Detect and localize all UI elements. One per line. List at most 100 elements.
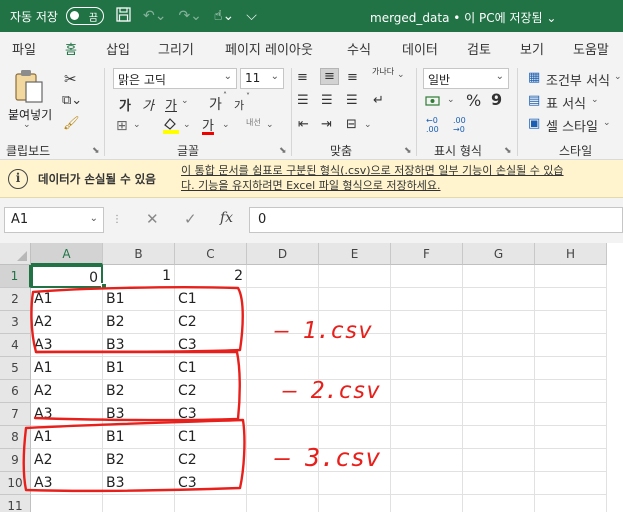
cell-g2[interactable] bbox=[463, 288, 535, 311]
fill-color-dropdown-icon[interactable]: ⌄ bbox=[183, 120, 191, 130]
touch-mode-icon[interactable]: ☝⌄ bbox=[214, 8, 234, 24]
row-header-1[interactable]: 1 bbox=[0, 265, 31, 288]
cell-d7[interactable] bbox=[247, 403, 319, 426]
cell-g3[interactable] bbox=[463, 311, 535, 334]
row-header-7[interactable]: 7 bbox=[0, 403, 31, 426]
conditional-format-dropdown-icon[interactable]: ⌄ bbox=[614, 72, 622, 82]
cell-d1[interactable] bbox=[247, 265, 319, 288]
borders-dropdown-icon[interactable]: ⌄ bbox=[133, 120, 141, 130]
cell-d8[interactable] bbox=[247, 426, 319, 449]
column-header-h[interactable]: H bbox=[535, 243, 607, 265]
paste-dropdown-icon[interactable]: ⌄ bbox=[23, 120, 31, 130]
cell-d2[interactable] bbox=[247, 288, 319, 311]
align-right-icon[interactable]: ☰ bbox=[346, 93, 358, 108]
cell-d10[interactable] bbox=[247, 472, 319, 495]
save-icon[interactable] bbox=[116, 6, 131, 26]
cell-h4[interactable] bbox=[535, 334, 607, 357]
cell-c4[interactable]: C3 bbox=[175, 334, 247, 357]
cell-h2[interactable] bbox=[535, 288, 607, 311]
cell-f8[interactable] bbox=[391, 426, 463, 449]
orientation-dropdown-icon[interactable]: ⌄ bbox=[397, 70, 405, 80]
cell-g7[interactable] bbox=[463, 403, 535, 426]
font-launcher-icon[interactable]: ⬊ bbox=[279, 146, 287, 156]
document-title[interactable]: merged_data • 이 PC에 저장됨 ⌄ bbox=[370, 9, 556, 26]
cell-e11[interactable] bbox=[319, 495, 391, 512]
fill-handle[interactable] bbox=[101, 283, 107, 289]
cell-f5[interactable] bbox=[391, 357, 463, 380]
cell-h10[interactable] bbox=[535, 472, 607, 495]
text-direction-button[interactable]: 가나다 bbox=[372, 67, 394, 76]
column-header-e[interactable]: E bbox=[319, 243, 391, 265]
cell-f10[interactable] bbox=[391, 472, 463, 495]
phonetic-guide-button[interactable]: 내선 bbox=[246, 118, 261, 127]
cell-f1[interactable] bbox=[391, 265, 463, 288]
cell-g4[interactable] bbox=[463, 334, 535, 357]
tab-help[interactable]: 도움말 bbox=[573, 39, 609, 58]
cell-a3[interactable]: A2 bbox=[31, 311, 103, 334]
cell-c6[interactable]: C2 bbox=[175, 380, 247, 403]
cell-b1[interactable]: 1 bbox=[103, 265, 175, 288]
phonetic-dropdown-icon[interactable]: ⌄ bbox=[266, 120, 274, 130]
font-size-select[interactable]: 11 ⌄ bbox=[240, 68, 284, 89]
cell-g9[interactable] bbox=[463, 449, 535, 472]
font-name-select[interactable]: 맑은 고딕 ⌄ bbox=[113, 68, 237, 89]
cell-a6[interactable]: A2 bbox=[31, 380, 103, 403]
borders-icon[interactable]: ⊞ bbox=[116, 118, 128, 134]
tab-data[interactable]: 데이터 bbox=[402, 39, 438, 58]
cell-e8[interactable] bbox=[319, 426, 391, 449]
cell-g5[interactable] bbox=[463, 357, 535, 380]
cell-c11[interactable] bbox=[175, 495, 247, 512]
cell-c8[interactable]: C1 bbox=[175, 426, 247, 449]
cancel-entry-icon[interactable]: ✕ bbox=[146, 210, 159, 228]
cell-a5[interactable]: A1 bbox=[31, 357, 103, 380]
cell-g1[interactable] bbox=[463, 265, 535, 288]
grow-font-button[interactable]: 가 bbox=[209, 94, 222, 114]
decrease-indent-icon[interactable]: ⇤ bbox=[298, 117, 309, 132]
cell-c1[interactable]: 2 bbox=[175, 265, 247, 288]
cell-b6[interactable]: B2 bbox=[103, 380, 175, 403]
cell-g10[interactable] bbox=[463, 472, 535, 495]
undo-icon[interactable]: ↶⌄ bbox=[143, 8, 166, 24]
merge-center-icon[interactable]: ⊟ bbox=[346, 117, 357, 132]
column-header-b[interactable]: B bbox=[103, 243, 175, 265]
cell-c2[interactable]: C1 bbox=[175, 288, 247, 311]
cell-e3[interactable] bbox=[319, 311, 391, 334]
table-format-dropdown-icon[interactable]: ⌄ bbox=[591, 95, 599, 105]
insert-function-icon[interactable]: fx bbox=[220, 210, 233, 226]
cell-g8[interactable] bbox=[463, 426, 535, 449]
table-format-button[interactable]: 표 서식 bbox=[546, 93, 586, 112]
cell-styles-icon[interactable]: ▣ bbox=[528, 116, 540, 131]
align-left-icon[interactable]: ☰ bbox=[297, 93, 309, 108]
warning-message-line1[interactable]: 이 통합 문서를 쉼표로 구분된 형식(.csv)으로 저장하면 일부 기능이 … bbox=[181, 163, 621, 178]
cell-e4[interactable] bbox=[319, 334, 391, 357]
cell-f11[interactable] bbox=[391, 495, 463, 512]
tab-formulas[interactable]: 수식 bbox=[347, 39, 371, 58]
tab-home[interactable]: 홈 bbox=[63, 39, 79, 65]
paste-button[interactable] bbox=[10, 68, 46, 109]
conditional-format-icon[interactable]: ▦ bbox=[528, 70, 540, 85]
cell-e5[interactable] bbox=[319, 357, 391, 380]
cell-g6[interactable] bbox=[463, 380, 535, 403]
column-header-a[interactable]: A bbox=[31, 243, 103, 265]
redo-icon[interactable]: ↷⌄ bbox=[178, 8, 201, 24]
underline-dropdown-icon[interactable]: ⌄ bbox=[181, 96, 189, 106]
column-header-g[interactable]: G bbox=[463, 243, 535, 265]
align-center-icon[interactable]: ☰ bbox=[321, 93, 333, 108]
cell-a8[interactable]: A1 bbox=[31, 426, 103, 449]
cell-d5[interactable] bbox=[247, 357, 319, 380]
row-header-8[interactable]: 8 bbox=[0, 426, 31, 449]
cell-b7[interactable]: B3 bbox=[103, 403, 175, 426]
cell-d3[interactable] bbox=[247, 311, 319, 334]
decrease-decimal-icon[interactable]: .00 →0 bbox=[453, 116, 466, 134]
cell-b11[interactable] bbox=[103, 495, 175, 512]
cell-h9[interactable] bbox=[535, 449, 607, 472]
comma-button[interactable]: 9 bbox=[491, 90, 502, 109]
cell-styles-button[interactable]: 셀 스타일 bbox=[546, 116, 598, 135]
align-bottom-icon[interactable]: ≡ bbox=[347, 70, 358, 85]
cell-b5[interactable]: B1 bbox=[103, 357, 175, 380]
tab-file[interactable]: 파일 bbox=[12, 39, 36, 58]
cell-e10[interactable] bbox=[319, 472, 391, 495]
cell-d4[interactable] bbox=[247, 334, 319, 357]
row-header-11[interactable]: 11 bbox=[0, 495, 31, 512]
font-color-dropdown-icon[interactable]: ⌄ bbox=[222, 120, 230, 130]
